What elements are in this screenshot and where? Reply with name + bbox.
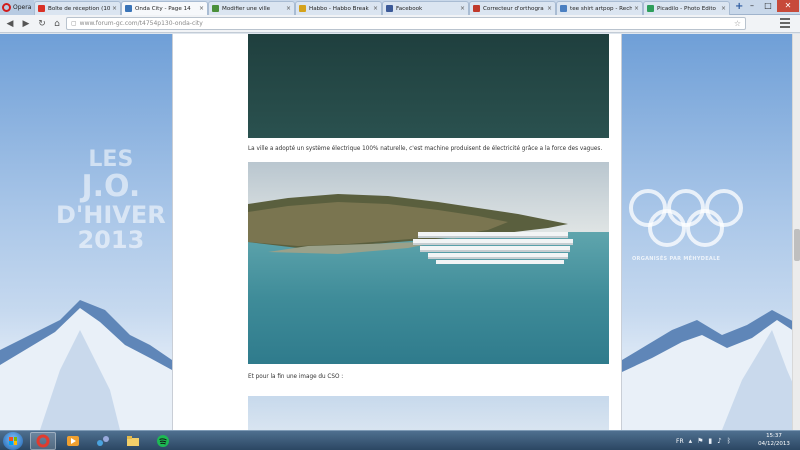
tab-close-icon[interactable]: × — [547, 5, 552, 12]
habbo-icon — [299, 5, 306, 12]
mountain-left-illustration — [0, 300, 172, 430]
browser-tab[interactable]: Habbo - Habbo Break × — [295, 1, 382, 15]
media-player-icon — [67, 436, 79, 446]
windows-taskbar: FR ▴ ⚑ ▮ ♪ ᛒ 15:37 04/12/2013 — [0, 430, 800, 450]
taskbar-network-app[interactable] — [90, 432, 116, 450]
globe-icon — [212, 5, 219, 12]
browser-tab[interactable]: Boîte de réception (10 × — [34, 1, 121, 15]
spotify-icon — [157, 435, 169, 447]
network-tray-icon[interactable]: ▮ — [708, 437, 712, 445]
start-button[interactable] — [3, 432, 23, 450]
browser-tab[interactable]: Correcteur d'orthogra × — [469, 1, 556, 15]
reload-button[interactable]: ↻ — [36, 18, 48, 30]
browser-tab-strip: Opera Boîte de réception (10 × Onda City -… — [0, 0, 800, 15]
tab-close-icon[interactable]: × — [460, 5, 465, 12]
sea-photo-top[interactable] — [248, 34, 609, 138]
browser-tab-title: Habbo - Habbo Break — [309, 5, 369, 12]
language-indicator[interactable]: FR — [676, 438, 684, 445]
picadilo-icon — [647, 5, 654, 12]
tab-close-icon[interactable]: × — [721, 5, 726, 12]
tray-expand-icon[interactable]: ▴ — [689, 437, 693, 445]
windows-logo-icon — [9, 437, 17, 445]
right-banner: ORGANISÉS PAR MÉHYDEALE — [622, 34, 800, 430]
browser-menu-icon[interactable] — [780, 18, 790, 28]
volume-icon[interactable]: ♪ — [717, 437, 721, 445]
network-icon — [97, 436, 109, 446]
opera-icon — [36, 434, 50, 448]
mountain-right-illustration — [622, 310, 800, 430]
bookmark-star-icon[interactable]: ☆ — [734, 19, 741, 28]
taskbar-opera[interactable] — [30, 432, 56, 450]
gmail-icon — [38, 5, 45, 12]
back-button[interactable]: ◀ — [4, 18, 16, 30]
post-caption-wave-energy: La ville a adopté un système électrique … — [248, 146, 603, 152]
winter-games-line-3: D'HIVER — [56, 200, 166, 229]
opera-label: Opera — [13, 4, 32, 11]
browser-tab-title: Picadilo - Photo Edito — [657, 5, 716, 12]
system-tray: FR ▴ ⚑ ▮ ♪ ᛒ — [676, 434, 731, 448]
winter-games-line-2: J.O. — [81, 169, 141, 205]
cso-photo[interactable] — [248, 396, 609, 430]
facebook-icon — [386, 5, 393, 12]
rings-caption: ORGANISÉS PAR MÉHYDEALE — [632, 256, 721, 262]
minimize-button[interactable]: – — [744, 0, 760, 12]
browser-tab[interactable]: Onda City - Page 14 × — [121, 1, 208, 15]
browser-tab-title: Correcteur d'orthogra — [483, 5, 544, 12]
browser-tab[interactable]: Picadilo - Photo Edito × — [643, 1, 730, 15]
winter-games-title: LES J.O. D'HIVER 2013 — [56, 148, 166, 253]
left-banner: LES J.O. D'HIVER 2013 — [0, 34, 172, 430]
tab-close-icon[interactable]: × — [199, 5, 204, 12]
taskbar-media-player[interactable] — [60, 432, 86, 450]
browser-tab-title: Modifier une ville — [222, 5, 271, 12]
taskbar-spotify[interactable] — [150, 432, 176, 450]
page-info-icon[interactable]: ▢ — [71, 20, 77, 27]
folder-icon — [127, 436, 139, 446]
tab-close-icon[interactable]: × — [286, 5, 291, 12]
forum-post-content: La ville a adopté un système électrique … — [172, 34, 622, 430]
forum-icon — [125, 5, 132, 12]
tab-close-icon[interactable]: × — [112, 5, 117, 12]
taskbar-clock[interactable]: 15:37 04/12/2013 — [752, 433, 796, 448]
browser-tab-title: Facebook — [396, 5, 423, 12]
winter-games-line-4: 2013 — [77, 225, 145, 254]
scrollbar-thumb[interactable] — [794, 229, 800, 261]
flag-icon[interactable]: ⚑ — [697, 437, 703, 445]
clock-time: 15:37 — [766, 433, 782, 439]
browser-tab-title: tee shirt artpop - Rech — [570, 5, 632, 12]
close-window-button[interactable]: ✕ — [777, 0, 799, 12]
browser-tab[interactable]: tee shirt artpop - Rech × — [556, 1, 643, 15]
island-wave-energy-photo[interactable] — [248, 162, 609, 364]
page-scrollbar[interactable] — [792, 34, 800, 430]
maximize-button[interactable]: □ — [760, 0, 776, 12]
url-path: /t4754p130-onda-city — [137, 20, 203, 27]
new-tab-button[interactable]: + — [735, 2, 743, 12]
clock-date: 04/12/2013 — [758, 440, 790, 447]
opera-menu-button[interactable]: Opera — [0, 0, 34, 15]
opera-logo-icon — [2, 3, 11, 12]
spellcheck-icon — [473, 5, 480, 12]
navigation-bar: ◀ ▶ ↻ ⌂ ▢ www.forum-gc.com /t4754p130-on… — [0, 15, 800, 33]
browser-tab-title: Onda City - Page 14 — [135, 5, 191, 12]
browser-tab[interactable]: Facebook × — [382, 1, 469, 15]
winter-games-line-1: LES — [88, 147, 134, 172]
home-button[interactable]: ⌂ — [51, 18, 63, 30]
bluetooth-icon[interactable]: ᛒ — [727, 437, 731, 445]
olympic-rings-icon — [629, 189, 743, 247]
tab-close-icon[interactable]: × — [373, 5, 378, 12]
tab-close-icon[interactable]: × — [634, 5, 639, 12]
post-caption-cso: Et pour la fin une image du CSO : — [248, 374, 344, 380]
browser-tab-title: Boîte de réception (10 — [48, 5, 110, 12]
taskbar-explorer[interactable] — [120, 432, 146, 450]
web-page: LES J.O. D'HIVER 2013 ORGANISÉS PAR MÉHY… — [0, 34, 800, 430]
search-icon — [560, 5, 567, 12]
browser-tab[interactable]: Modifier une ville × — [208, 1, 295, 15]
address-bar[interactable]: ▢ www.forum-gc.com /t4754p130-onda-city … — [66, 17, 746, 30]
forward-button[interactable]: ▶ — [20, 18, 32, 30]
url-host: www.forum-gc.com — [79, 20, 138, 27]
